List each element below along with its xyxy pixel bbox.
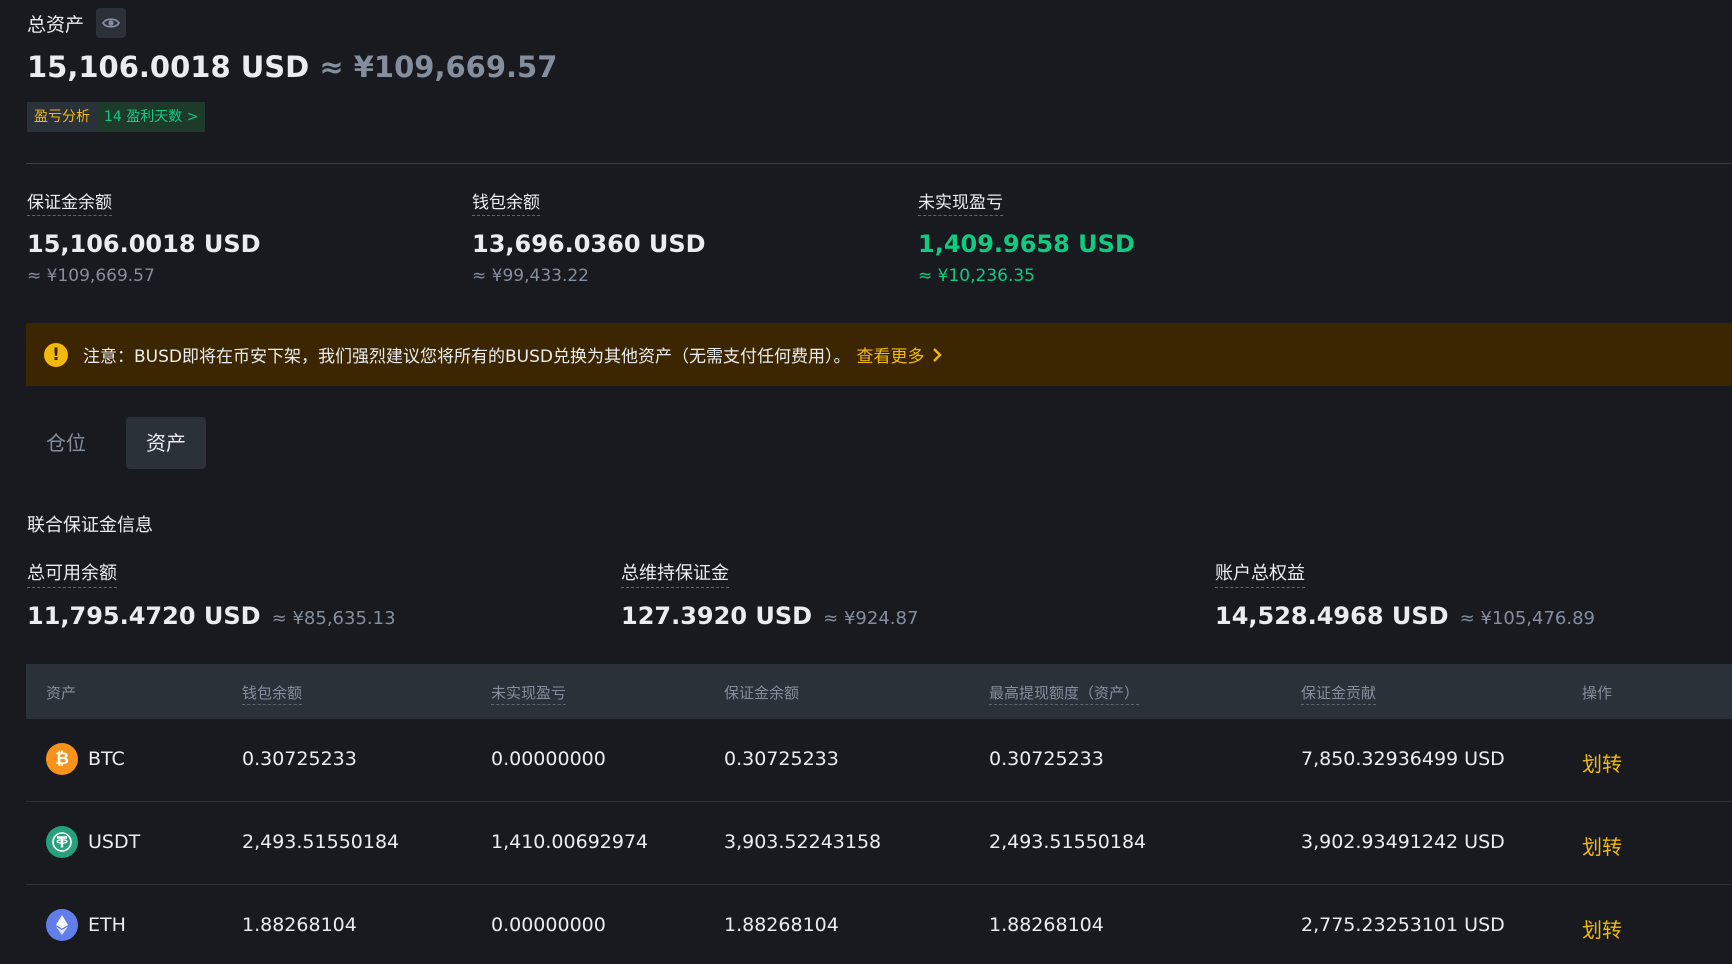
eye-icon <box>102 18 121 28</box>
maintenance-margin-cny: ≈ ¥924.87 <box>823 608 919 629</box>
total-maintenance-margin: 总维持保证金 127.3920 USD ≈ ¥924.87 <box>621 559 918 630</box>
asset-cell: ₿ BTC <box>46 743 125 775</box>
eth-icon <box>46 909 78 941</box>
futures-assets-page: 总资产 15,106.0018 USD ≈ ¥109,669.57 盈亏分析 1… <box>0 0 1732 964</box>
asset-name: BTC <box>88 748 125 770</box>
margin-contribution-cell: 7,850.32936499 USD <box>1301 748 1505 770</box>
position-asset-tabs: 仓位 资产 <box>26 417 206 469</box>
total-available-cny: ≈ ¥85,635.13 <box>271 608 396 629</box>
total-assets-header: 总资产 <box>27 8 127 38</box>
busd-delisting-notice: ! 注意：BUSD即将在币安下架，我们强烈建议您将所有的BUSD兑换为其他资产（… <box>26 323 1732 386</box>
transfer-button[interactable]: 划转 <box>1582 748 1622 777</box>
unrealized-pnl-cell: 0.00000000 <box>491 748 606 770</box>
wallet-balance-cell: 0.30725233 <box>242 748 357 770</box>
section-title: 联合保证金信息 <box>27 515 153 536</box>
total-equity-value: 14,528.4968 USD <box>1215 602 1449 630</box>
transfer-button[interactable]: 划转 <box>1582 831 1622 860</box>
total-assets-cny: ≈ ¥109,669.57 <box>319 50 558 84</box>
margin-balance-label[interactable]: 保证金余额 <box>27 188 112 216</box>
total-assets-value: 15,106.0018 USD ≈ ¥109,669.57 <box>27 50 557 84</box>
unrealized-pnl-cell: 1,410.00692974 <box>491 831 649 853</box>
margin-contribution-cell: 2,775.23253101 USD <box>1301 914 1505 936</box>
table-header: 资产 钱包余额 未实现盈亏 保证金余额 最高提现额度（资产） 保证金贡献 操作 <box>26 664 1732 719</box>
margin-balance-summary: 保证金余额 15,106.0018 USD ≈ ¥109,669.57 <box>27 188 261 286</box>
margin-balance-cny: ≈ ¥109,669.57 <box>27 266 155 286</box>
wallet-balance-label[interactable]: 钱包余额 <box>472 188 540 216</box>
margin-balance-cell: 1.88268104 <box>724 914 839 936</box>
notice-learn-more-link[interactable]: 查看更多 <box>856 342 924 367</box>
total-available-balance: 总可用余额 11,795.4720 USD ≈ ¥85,635.13 <box>27 559 396 630</box>
margin-balance-value: 15,106.0018 USD <box>27 230 261 258</box>
tab-assets[interactable]: 资产 <box>126 417 206 469</box>
pnl-pills: 盈亏分析 14 盈利天数 > <box>27 102 206 132</box>
column-header-wallet-balance[interactable]: 钱包余额 <box>242 682 303 705</box>
max-withdraw-cell: 2,493.51550184 <box>989 831 1147 853</box>
margin-balance-cell: 0.30725233 <box>724 748 839 770</box>
wallet-balance-cny: ≈ ¥99,433.22 <box>472 266 589 286</box>
column-header-asset: 资产 <box>46 684 77 702</box>
toggle-visibility-button[interactable] <box>96 8 127 38</box>
margin-balance-cell: 3,903.52243158 <box>724 831 882 853</box>
margin-contribution-cell: 3,902.93491242 USD <box>1301 831 1505 853</box>
column-header-margin-contribution[interactable]: 保证金贡献 <box>1301 682 1377 705</box>
total-available-label[interactable]: 总可用余额 <box>27 559 117 588</box>
transfer-button[interactable]: 划转 <box>1582 914 1622 943</box>
column-header-margin-balance: 保证金余额 <box>724 684 800 702</box>
max-withdraw-cell: 1.88268104 <box>989 914 1104 936</box>
usdt-icon <box>46 826 78 858</box>
column-header-action: 操作 <box>1582 684 1613 702</box>
profit-days-link[interactable]: 14 盈利天数 > <box>97 102 206 132</box>
asset-cell: ETH <box>46 909 126 941</box>
max-withdraw-cell: 0.30725233 <box>989 748 1104 770</box>
pnl-analysis-link[interactable]: 盈亏分析 <box>27 102 97 132</box>
header-divider <box>26 163 1732 164</box>
unrealized-pnl-cell: 0.00000000 <box>491 914 606 936</box>
assets-table: 资产 钱包余额 未实现盈亏 保证金余额 最高提现额度（资产） 保证金贡献 操作 … <box>26 664 1732 964</box>
asset-name: USDT <box>88 831 141 853</box>
unrealized-pnl-value: 1,409.9658 USD <box>918 230 1135 258</box>
total-equity-label[interactable]: 账户总权益 <box>1215 559 1305 588</box>
table-row: ETH 1.88268104 0.00000000 1.88268104 1.8… <box>26 885 1732 964</box>
unrealized-pnl-summary: 未实现盈亏 1,409.9658 USD ≈ ¥10,236.35 <box>918 188 1135 286</box>
notice-text: 注意：BUSD即将在币安下架，我们强烈建议您将所有的BUSD兑换为其他资产（无需… <box>83 347 851 367</box>
maintenance-margin-label[interactable]: 总维持保证金 <box>621 559 729 588</box>
wallet-balance-cell: 2,493.51550184 <box>242 831 400 853</box>
wallet-balance-value: 13,696.0360 USD <box>472 230 706 258</box>
tab-positions[interactable]: 仓位 <box>26 417 106 469</box>
wallet-balance-cell: 1.88268104 <box>242 914 357 936</box>
unrealized-pnl-cny: ≈ ¥10,236.35 <box>918 266 1035 286</box>
table-row: ₿ BTC 0.30725233 0.00000000 0.30725233 0… <box>26 719 1732 802</box>
warning-icon: ! <box>44 342 68 367</box>
column-header-unrealized-pnl[interactable]: 未实现盈亏 <box>491 682 567 705</box>
maintenance-margin-value: 127.3920 USD <box>621 602 813 630</box>
total-equity-cny: ≈ ¥105,476.89 <box>1459 608 1595 629</box>
asset-cell: USDT <box>46 826 140 858</box>
asset-name: ETH <box>88 914 126 936</box>
btc-icon: ₿ <box>46 743 78 775</box>
unrealized-pnl-label[interactable]: 未实现盈亏 <box>918 188 1003 216</box>
total-available-value: 11,795.4720 USD <box>27 602 261 630</box>
wallet-balance-summary: 钱包余额 13,696.0360 USD ≈ ¥99,433.22 <box>472 188 706 286</box>
column-header-max-withdraw[interactable]: 最高提现额度（资产） <box>989 682 1140 705</box>
chevron-right-icon[interactable] <box>932 347 943 363</box>
total-assets-usd: 15,106.0018 USD <box>27 50 310 84</box>
account-total-equity: 账户总权益 14,528.4968 USD ≈ ¥105,476.89 <box>1215 559 1595 630</box>
table-row: USDT 2,493.51550184 1,410.00692974 3,903… <box>26 802 1732 885</box>
total-assets-title: 总资产 <box>27 13 85 36</box>
